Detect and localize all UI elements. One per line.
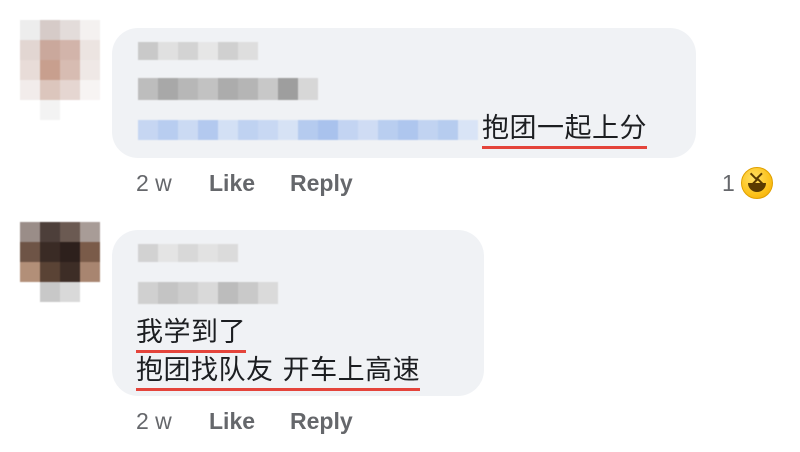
reaction-summary[interactable]: 1	[722, 166, 773, 200]
comment-bubble: 抱团一起上分	[112, 28, 696, 158]
comment-text: 抱团一起上分	[482, 112, 647, 149]
comment-text-line-2: 抱团找队友 开车上高速	[136, 354, 421, 391]
comment-bubble: 我学到了 抱团找队友 开车上高速	[112, 230, 484, 396]
redacted-subtitle	[138, 78, 318, 100]
avatar[interactable]	[20, 20, 100, 120]
redacted-mention	[138, 120, 478, 140]
laughing-emoji-icon	[740, 167, 773, 199]
like-button[interactable]: Like	[209, 170, 255, 197]
avatar[interactable]	[20, 222, 100, 322]
timestamp[interactable]: 2 w	[136, 408, 172, 435]
reaction-count: 1	[722, 169, 735, 196]
comment-text-line-1: 我学到了	[136, 316, 246, 353]
redacted-subtitle	[138, 282, 278, 304]
reply-button[interactable]: Reply	[290, 408, 353, 435]
redacted-username	[138, 42, 258, 60]
timestamp[interactable]: 2 w	[136, 170, 172, 197]
redacted-username	[138, 244, 238, 262]
reply-button[interactable]: Reply	[290, 170, 353, 197]
like-button[interactable]: Like	[209, 408, 255, 435]
